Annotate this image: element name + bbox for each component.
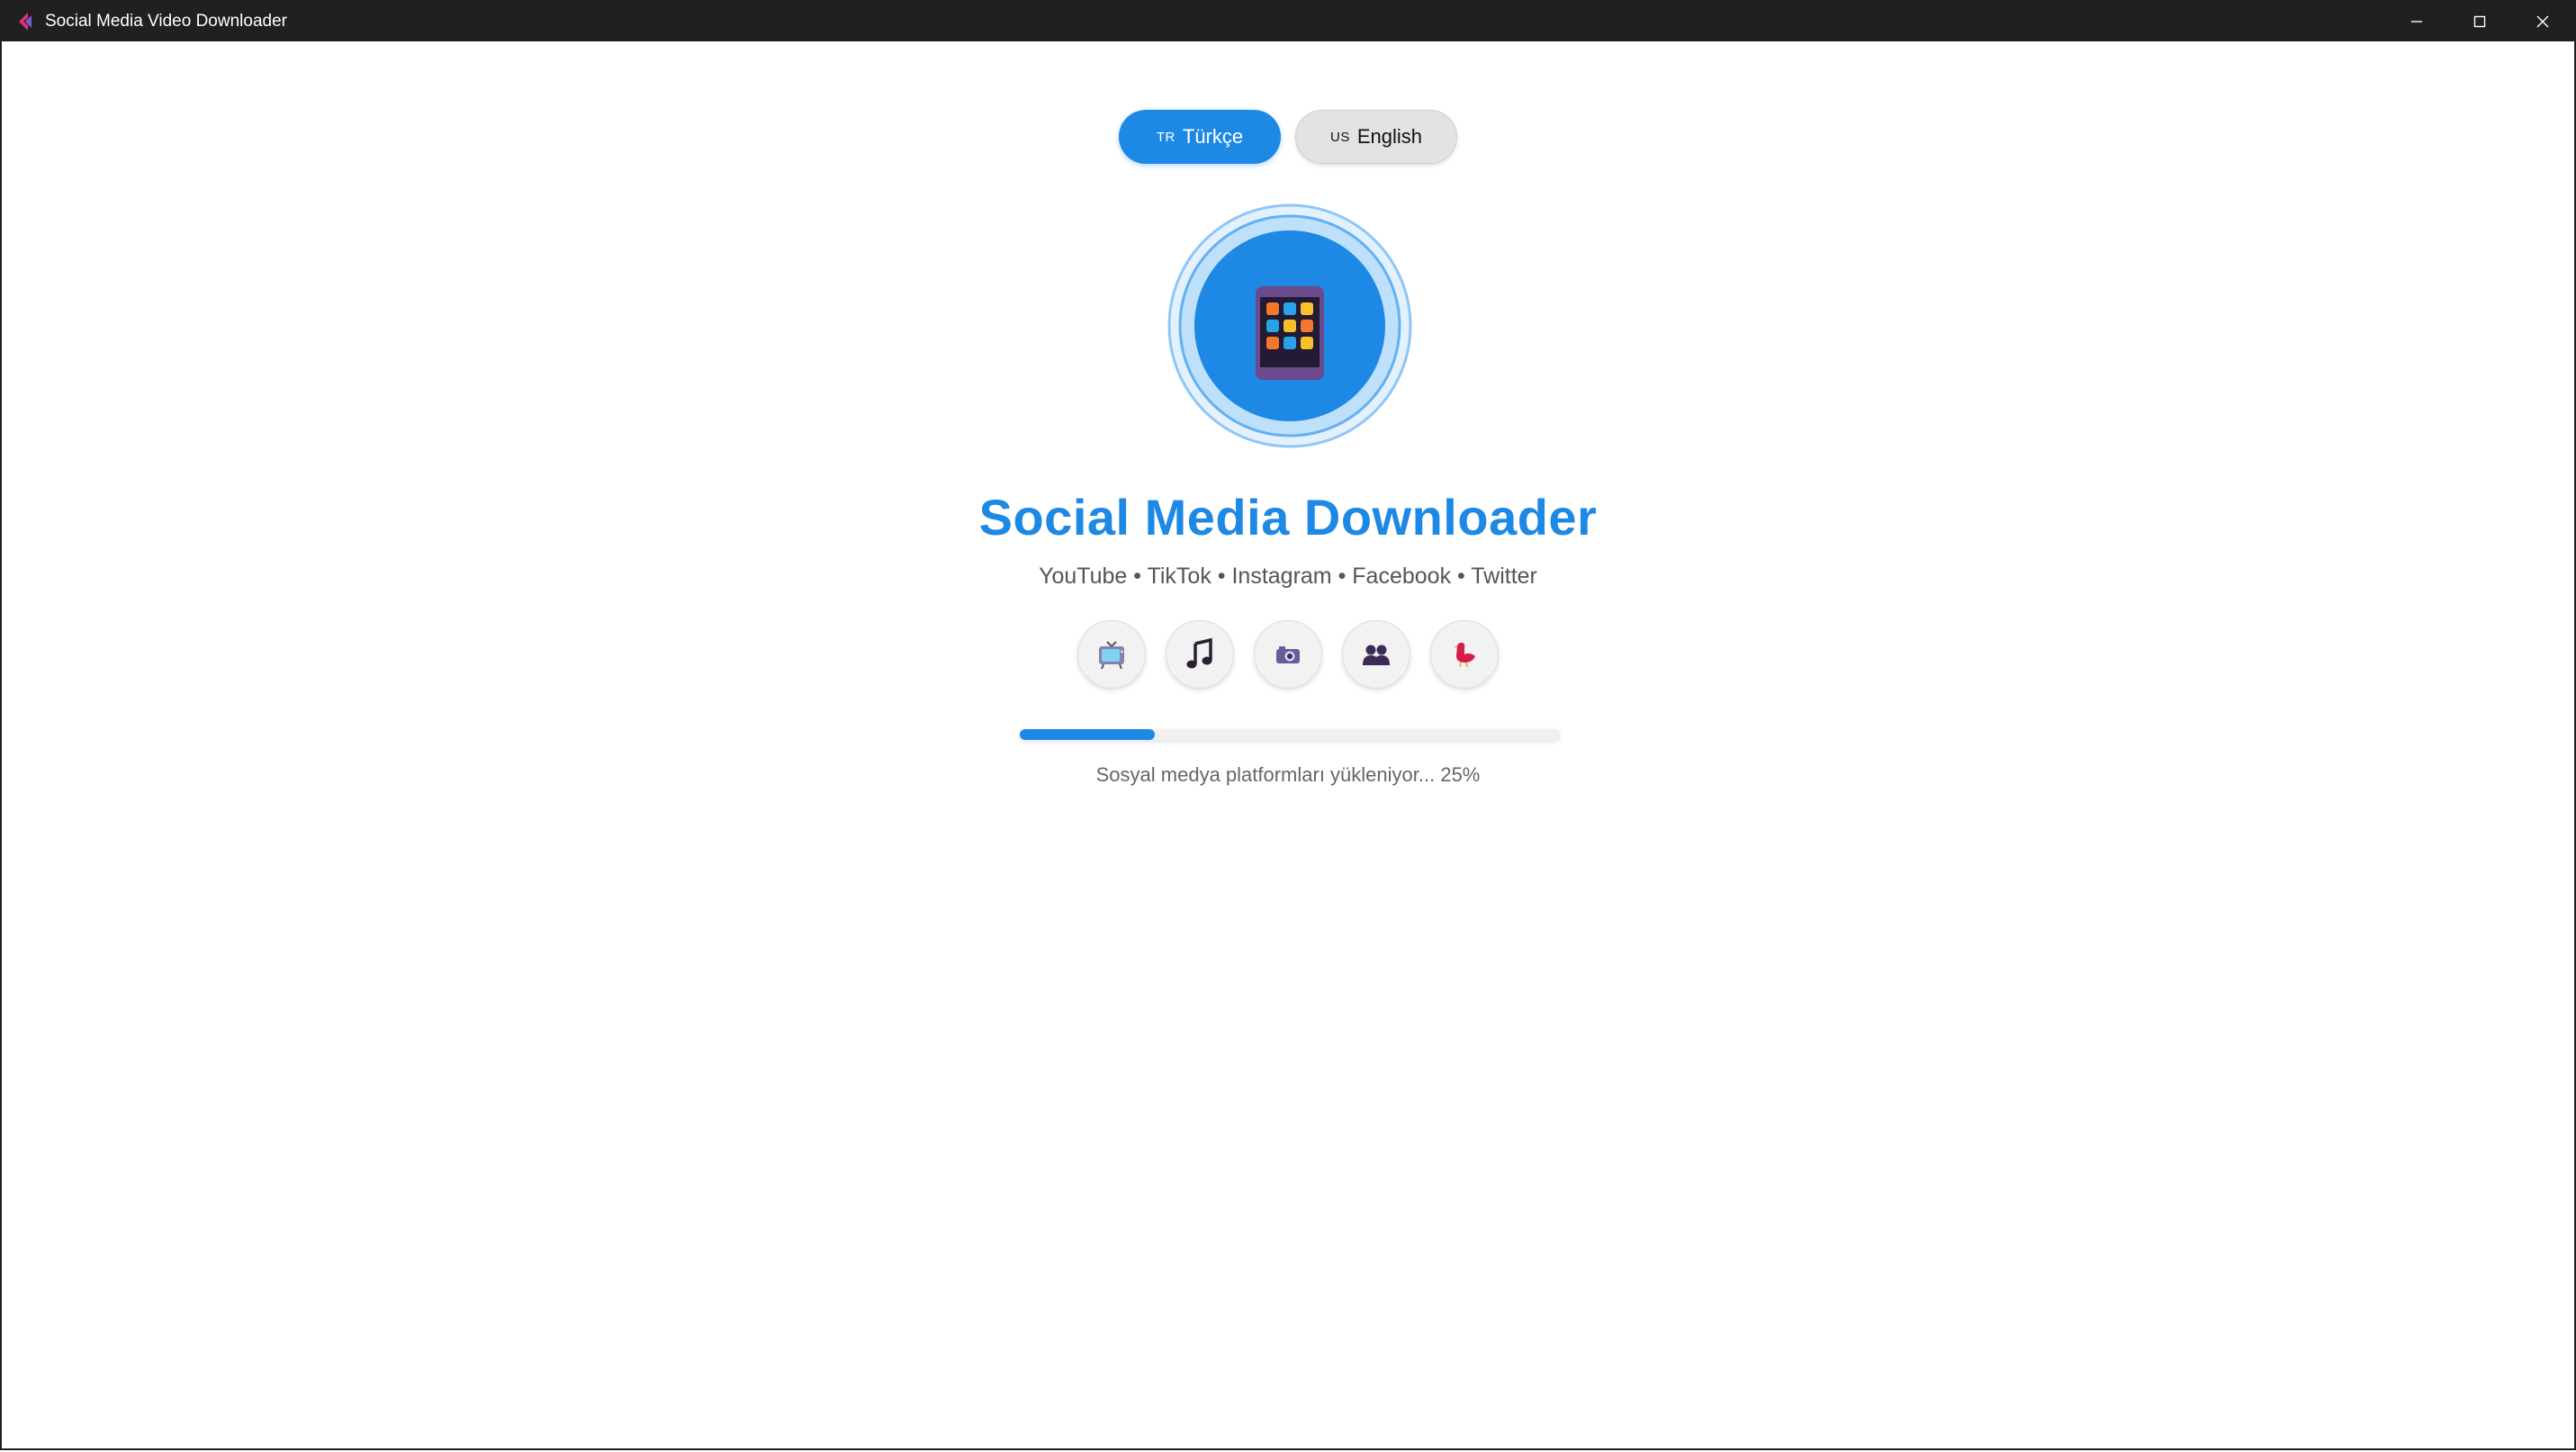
language-button-english[interactable]: US English <box>1295 110 1457 164</box>
minimize-button[interactable] <box>2385 2 2448 41</box>
loading-progress-bar <box>1020 729 1560 740</box>
maximize-icon <box>2473 15 2486 28</box>
platform-instagram <box>1254 620 1322 689</box>
minimize-icon <box>2411 21 2422 23</box>
window-controls <box>2385 2 2574 41</box>
title-bar[interactable]: Social Media Video Downloader <box>2 2 2574 41</box>
close-button[interactable] <box>2511 2 2574 41</box>
music-note-icon <box>1186 637 1212 669</box>
language-switcher: TR Türkçe US English <box>2 110 2574 164</box>
splash-content: TR Türkçe US English Social Media Downlo… <box>2 41 2574 1452</box>
tv-icon <box>1099 641 1124 670</box>
platform-youtube <box>1077 620 1146 689</box>
back-arrow-icon <box>19 13 32 31</box>
maximize-button[interactable] <box>2448 2 2511 41</box>
platform-icon-row <box>2 620 2574 689</box>
platform-twitter <box>1430 620 1499 689</box>
loading-progress-fill <box>1020 729 1155 740</box>
phone-app-grid-icon <box>1167 203 1412 448</box>
close-icon <box>2536 15 2549 28</box>
language-label-turkish: Türkçe <box>1182 125 1244 148</box>
platform-facebook <box>1342 620 1410 689</box>
platform-tiktok <box>1166 620 1234 689</box>
people-icon <box>1363 645 1390 665</box>
language-label-english: English <box>1356 125 1422 148</box>
language-button-turkish[interactable]: TR Türkçe <box>1119 110 1281 164</box>
app-window: Social Media Video Downloader TR Türkçe … <box>0 0 2576 1450</box>
app-title: Social Media Downloader <box>978 489 1598 546</box>
camera-icon <box>1276 646 1300 663</box>
bird-icon <box>1454 642 1475 668</box>
flag-us: US <box>1330 129 1350 145</box>
supported-platforms: YouTube • TikTok • Instagram • Facebook … <box>1039 564 1537 589</box>
window-title: Social Media Video Downloader <box>45 12 287 31</box>
flag-tr: TR <box>1156 129 1175 145</box>
loading-status-text: Sosyal medya platformları yükleniyor... … <box>1095 763 1481 786</box>
app-logo <box>1167 203 1412 448</box>
